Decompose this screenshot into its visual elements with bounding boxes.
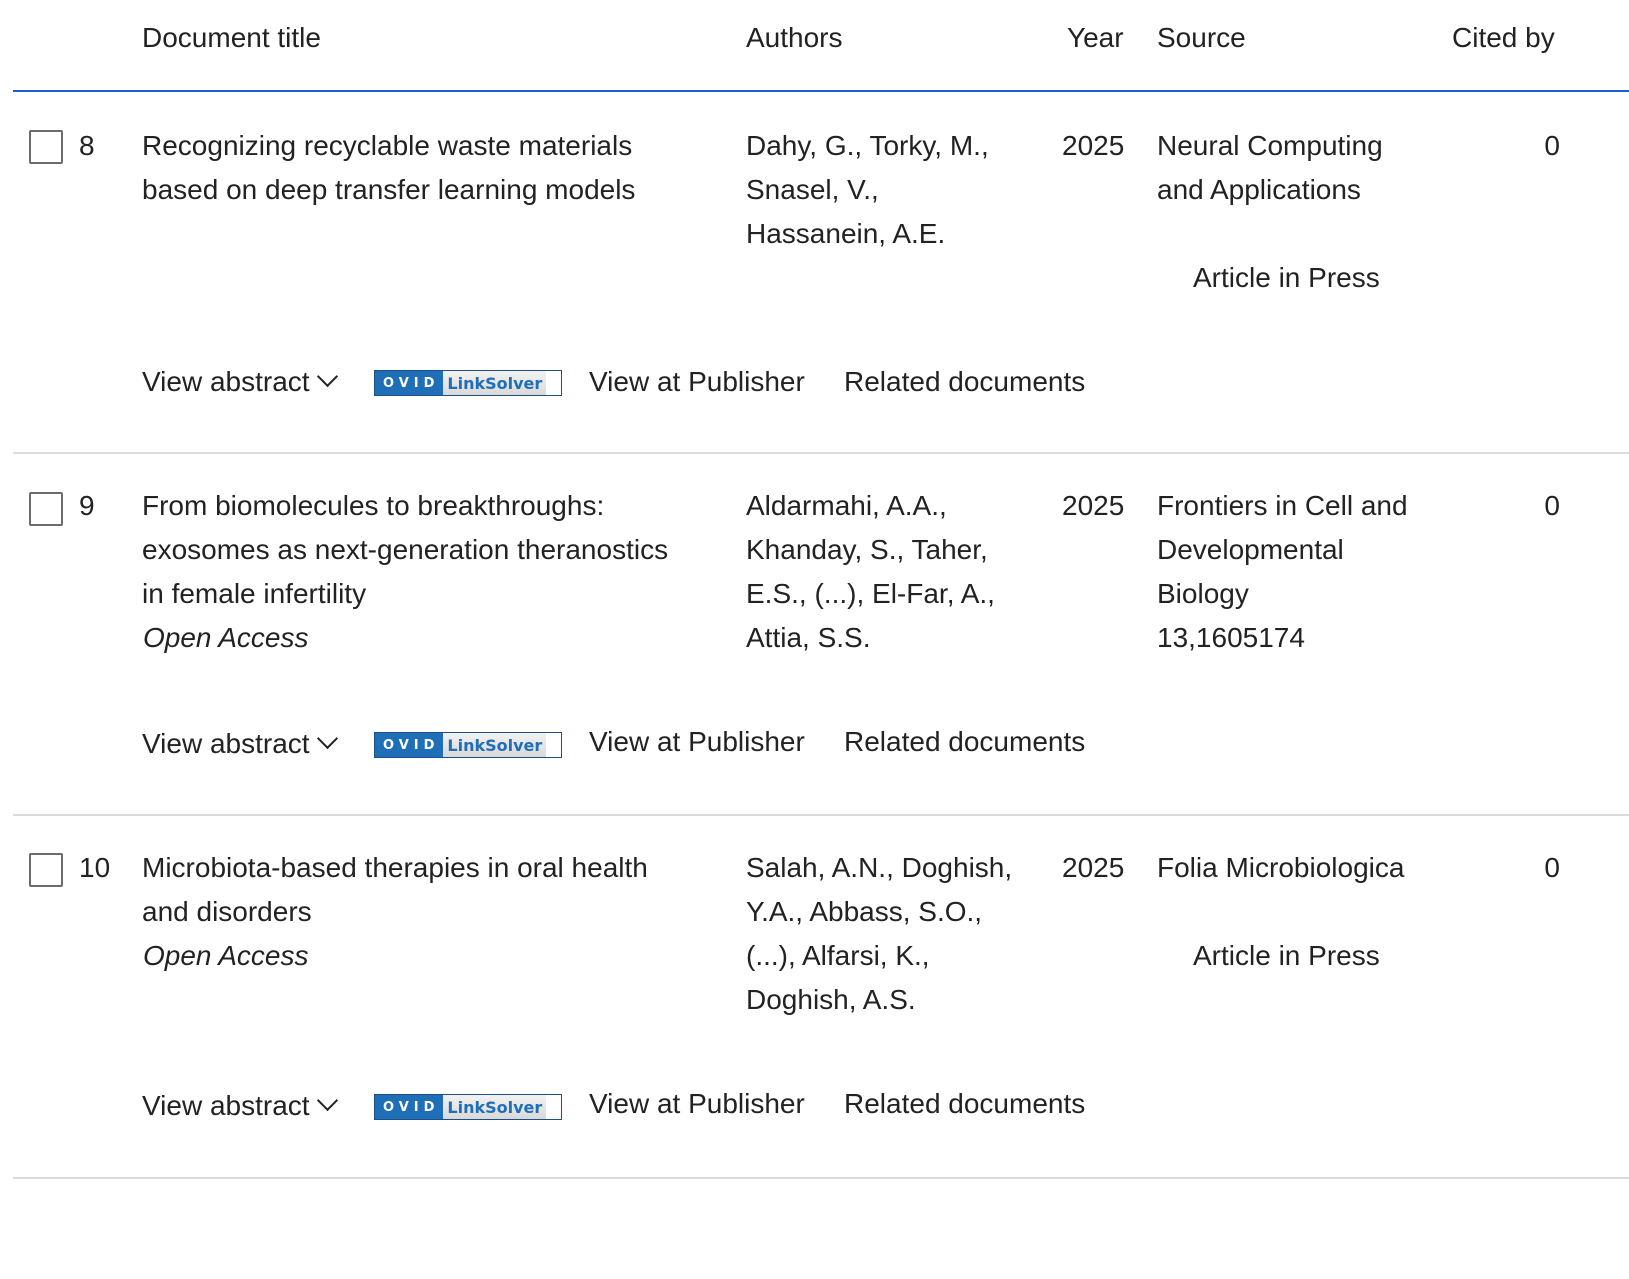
row-select-checkbox[interactable] [29,130,63,164]
article-status: Article in Press [1193,940,1380,971]
view-at-publisher-link[interactable]: View at Publisher [589,720,805,764]
row-divider [13,814,1629,816]
row-divider [13,1177,1629,1179]
ovid-logo: OVID [375,733,444,757]
column-header-source[interactable]: Source [1157,20,1246,56]
related-documents-link[interactable]: Related documents [844,360,1085,404]
year-value: 2025 [1062,490,1125,521]
authors-list[interactable]: Dahy, G., Torky, M., Snasel, V., Hassane… [746,124,1046,256]
row-index: 9 [79,490,95,521]
authors-list[interactable]: Aldarmahi, A.A., Khanday, S., Taher, E.S… [746,484,1046,660]
open-access-label: Open Access [143,622,309,653]
row-select-checkbox[interactable] [29,853,63,887]
ovid-linksolver-button[interactable]: OVID LinkSolver [374,732,562,758]
year-value: 2025 [1062,852,1125,883]
header-divider [13,90,1629,92]
view-abstract-toggle[interactable]: View abstract [142,360,338,404]
source-title-link[interactable]: Frontiers in Cell and Developmental Biol… [1157,484,1447,660]
row-index: 10 [79,852,111,883]
source-title-link[interactable]: Neural Computing and Applications [1157,124,1447,212]
column-header-document-title[interactable]: Document title [142,20,321,56]
linksolver-label: LinkSolver [443,371,547,395]
ovid-linksolver-button[interactable]: OVID LinkSolver [374,370,562,396]
related-documents-link[interactable]: Related documents [844,1082,1085,1126]
year-value: 2025 [1062,130,1125,161]
column-header-cited-by[interactable]: Cited by [1452,20,1555,56]
ovid-linksolver-button[interactable]: OVID LinkSolver [374,1094,562,1120]
view-at-publisher-link[interactable]: View at Publisher [589,360,805,404]
authors-list[interactable]: Salah, A.N., Doghish, Y.A., Abbass, S.O.… [746,846,1046,1022]
cited-by-count[interactable]: 0 [1520,846,1560,890]
view-at-publisher-link[interactable]: View at Publisher [589,1082,805,1126]
row-divider [13,452,1629,454]
view-abstract-toggle[interactable]: View abstract [142,722,338,766]
linksolver-label: LinkSolver [443,733,547,757]
chevron-down-icon [316,1089,338,1112]
open-access-label: Open Access [143,940,309,971]
chevron-down-icon [316,727,338,750]
ovid-logo: OVID [375,1095,444,1119]
document-title-link[interactable]: Recognizing recyclable waste materials b… [142,124,722,212]
chevron-down-icon [316,365,338,388]
row-index: 8 [79,130,95,161]
cited-by-count[interactable]: 0 [1520,484,1560,528]
document-title-link[interactable]: From biomolecules to breakthroughs: exos… [142,484,722,616]
cited-by-count[interactable]: 0 [1520,124,1560,168]
column-header-authors[interactable]: Authors [746,20,843,56]
row-select-checkbox[interactable] [29,492,63,526]
column-header-year[interactable]: Year [1067,20,1124,56]
related-documents-link[interactable]: Related documents [844,720,1085,764]
view-abstract-toggle[interactable]: View abstract [142,1084,338,1128]
article-status: Article in Press [1193,262,1380,293]
linksolver-label: LinkSolver [443,1095,547,1119]
document-title-link[interactable]: Microbiota-based therapies in oral healt… [142,846,722,934]
ovid-logo: OVID [375,371,444,395]
source-title-link[interactable]: Folia Microbiologica [1157,846,1447,890]
